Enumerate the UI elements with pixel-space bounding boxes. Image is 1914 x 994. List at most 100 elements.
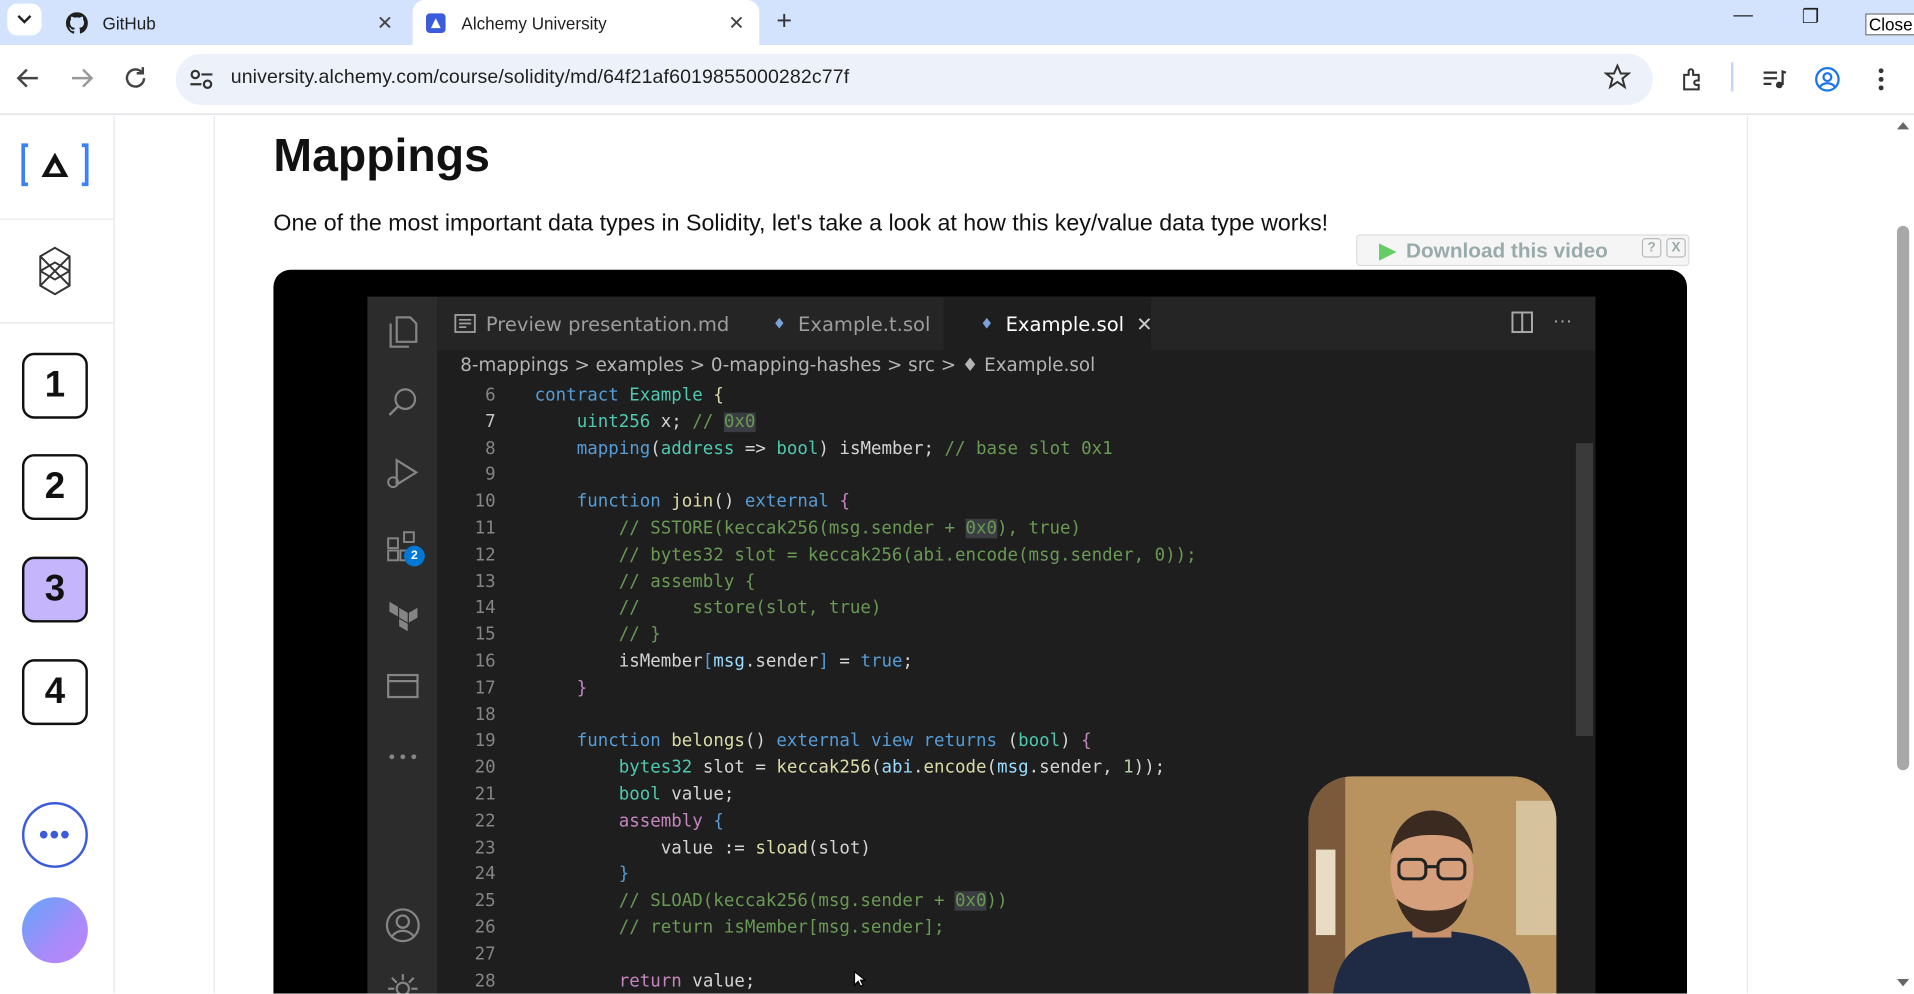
scroll-up-icon[interactable] <box>1896 121 1911 131</box>
line-number: 21 <box>474 784 496 805</box>
code-text: // SSTORE(keccak256(msg.sender + 0x0), t… <box>618 518 1082 539</box>
terraform-icon <box>385 597 422 634</box>
tab-title: Alchemy University <box>461 12 607 33</box>
close-tab-icon[interactable]: ✕ <box>728 11 744 35</box>
code-line: 9 <box>437 462 1572 489</box>
code-text: } <box>618 864 630 885</box>
editor-tab-preview: Preview presentation.md <box>437 297 736 351</box>
alchemy-icon <box>425 12 447 34</box>
line-number: 24 <box>474 864 496 885</box>
site-info-icon[interactable] <box>188 67 215 98</box>
line-number: 20 <box>474 758 496 778</box>
code-line: 8 mapping(address => bool) isMember; // … <box>437 435 1572 462</box>
lesson-3-button[interactable]: 3 <box>21 556 88 623</box>
more-options-button[interactable]: ••• <box>21 801 88 868</box>
code-text: return value; <box>618 971 756 991</box>
github-icon <box>65 11 88 34</box>
code-text: uint256 x; // 0x0 <box>576 412 756 432</box>
code-line: 19 function belongs() external view retu… <box>437 728 1572 755</box>
code-text: bytes32 slot = keccak256(abi.encode(msg.… <box>618 758 1166 778</box>
settings-gear-icon <box>385 970 422 994</box>
line-number: 8 <box>485 438 496 459</box>
tab-search-button[interactable] <box>7 3 42 36</box>
menu-kebab-icon[interactable] <box>1870 66 1892 99</box>
extensions-badge: 2 <box>404 545 425 567</box>
code-text: // } <box>618 625 661 645</box>
line-number: 6 <box>485 385 496 406</box>
code-text: function belongs() external view returns… <box>576 731 1092 752</box>
help-icon[interactable]: ? <box>1641 238 1662 258</box>
browser-tab-bar: GitHub ✕ Alchemy University ✕ + — ❐ Clos… <box>0 0 1914 46</box>
code-text: isMember[msg.sender] = true; <box>534 651 913 672</box>
code-line: 18 <box>437 701 1572 728</box>
line-number: 19 <box>474 731 496 752</box>
back-icon[interactable] <box>15 65 42 99</box>
split-editor-icon <box>1511 311 1533 339</box>
mouse-cursor-icon <box>853 970 866 988</box>
line-number: 13 <box>474 572 496 592</box>
line-number: 11 <box>474 518 496 539</box>
download-video-bar[interactable]: ▶ Download this video ? X <box>1356 234 1690 267</box>
close-icon[interactable]: X <box>1666 238 1686 258</box>
panel-icon <box>385 668 422 705</box>
editor-tabs: Preview presentation.md ♦ Example.t.sol … <box>437 296 1596 351</box>
lesson-4-button[interactable]: 4 <box>21 659 88 726</box>
restore-icon[interactable]: ❐ <box>1802 5 1820 29</box>
explorer-icon <box>385 314 422 351</box>
sidebar-divider <box>0 218 114 220</box>
lesson-video[interactable]: 2 Preview presentation.md ♦ Example.t.so… <box>273 269 1688 994</box>
code-text: // bytes32 slot = keccak256(abi.encode(m… <box>618 545 1197 565</box>
activity-bar: 2 <box>367 296 438 994</box>
lesson-1-button[interactable]: 1 <box>21 352 88 419</box>
module-hex-icon[interactable] <box>37 245 74 302</box>
line-number: 9 <box>485 465 496 486</box>
minimize-icon[interactable]: — <box>1733 5 1753 27</box>
editor-tab-example: ♦ Example.sol ✕ <box>943 296 1153 351</box>
preview-icon <box>454 314 476 333</box>
line-number: 18 <box>474 705 496 725</box>
profile-icon[interactable] <box>1814 66 1841 99</box>
browser-tab-alchemy[interactable]: Alchemy University ✕ <box>412 0 760 46</box>
browser-tab-github[interactable]: GitHub ✕ <box>54 0 408 45</box>
close-tab-icon[interactable]: ✕ <box>377 11 393 35</box>
alchemy-logo[interactable] <box>21 140 89 200</box>
code-text: contract Example { <box>534 385 724 406</box>
media-control-icon[interactable] <box>1760 66 1787 99</box>
scroll-down-icon[interactable] <box>1896 978 1911 988</box>
course-sidebar: 1 2 3 4 ••• <box>0 115 115 994</box>
editor-tab-example-t: ♦ Example.t.sol <box>736 297 944 351</box>
editor-scrollbar <box>1575 443 1594 737</box>
code-text: bool value; <box>618 784 735 805</box>
tab-title: GitHub <box>102 12 156 33</box>
page-scrollbar[interactable] <box>1892 115 1914 994</box>
play-icon: ▶ <box>1379 239 1396 263</box>
line-number: 10 <box>474 492 496 512</box>
code-line: 12 // bytes32 slot = keccak256(abi.encod… <box>437 542 1572 569</box>
line-number: 25 <box>474 891 496 911</box>
line-number: 12 <box>474 545 496 565</box>
code-line: 7 uint256 x; // 0x0 <box>437 409 1572 436</box>
lesson-2-button[interactable]: 2 <box>21 454 88 521</box>
sidebar-divider <box>0 322 114 324</box>
lesson-intro: One of the most important data types in … <box>273 211 1329 237</box>
reload-icon[interactable] <box>122 65 149 99</box>
code-line: 6 contract Example { <box>437 382 1572 409</box>
new-tab-button[interactable]: + <box>776 5 792 37</box>
page-scroll-thumb[interactable] <box>1896 225 1910 771</box>
code-line: 11 // SSTORE(keccak256(msg.sender + 0x0)… <box>437 515 1572 542</box>
account-icon <box>385 907 422 944</box>
download-video-label: Download this video <box>1406 239 1608 263</box>
code-line: 14 // sstore(slot, true) <box>437 595 1572 622</box>
forward-icon[interactable] <box>68 65 95 99</box>
avatar[interactable] <box>21 897 88 964</box>
code-line: 13 // assembly { <box>437 568 1572 595</box>
toolbar-divider <box>1730 62 1734 92</box>
code-line: 10 function join() external { <box>437 489 1572 516</box>
line-number: 26 <box>474 917 496 938</box>
page-title: Mappings <box>273 130 490 182</box>
close-tooltip: Close <box>1865 13 1914 36</box>
code-text: } <box>576 678 588 698</box>
extensions-icon[interactable] <box>1680 66 1707 99</box>
address-bar[interactable]: university.alchemy.com/course/solidity/m… <box>175 53 1653 105</box>
bookmark-star-icon[interactable] <box>1603 63 1632 96</box>
